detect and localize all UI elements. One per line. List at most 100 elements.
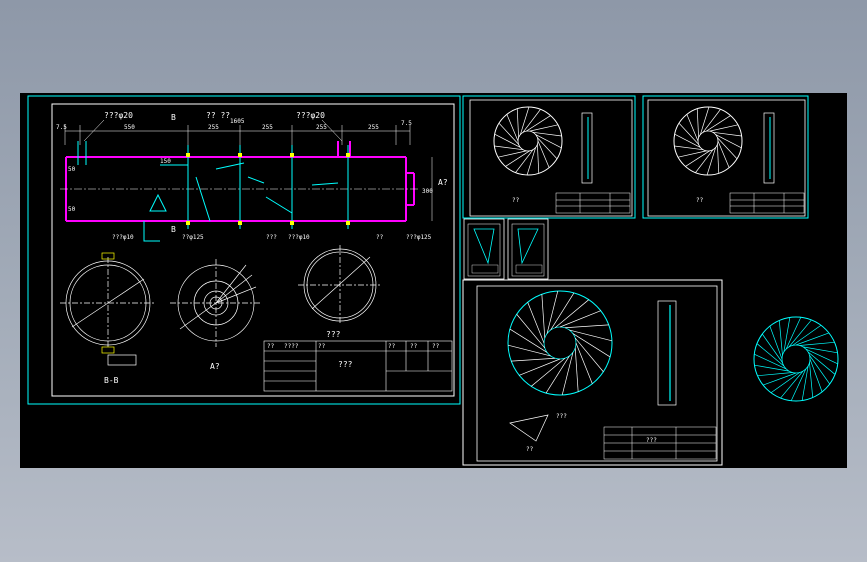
title-header-3: ?? bbox=[318, 343, 326, 350]
dim-top-1: 7.5 bbox=[56, 124, 67, 131]
title-header-6: ?? bbox=[432, 343, 440, 350]
impeller-outer-ring bbox=[753, 316, 839, 402]
impeller-blade bbox=[696, 108, 699, 138]
impeller-blade bbox=[572, 333, 611, 358]
title-header-4: ?? bbox=[388, 343, 396, 350]
impeller-blade bbox=[678, 150, 707, 158]
impeller-blade bbox=[522, 109, 541, 133]
detail-sheet-1 bbox=[463, 218, 505, 280]
callout-bottom-4: ???φ10 bbox=[288, 234, 310, 241]
impeller-hub-ring bbox=[543, 326, 577, 360]
impeller-blade bbox=[498, 150, 527, 158]
dim-left-bottom: 50 bbox=[68, 206, 76, 213]
impeller-blade bbox=[541, 294, 546, 339]
callout-bottom-3: ??? bbox=[266, 234, 277, 241]
detail-sheet-2 bbox=[507, 218, 549, 280]
sheet-3-side-view bbox=[763, 112, 775, 184]
impeller-blade bbox=[756, 343, 785, 367]
impeller-blade bbox=[574, 347, 579, 392]
sheet-4-title-name: ??? bbox=[646, 437, 657, 444]
callout-top-mid: ?? ?? bbox=[206, 111, 230, 120]
impeller-blade bbox=[792, 324, 822, 346]
title-header-1: ?? bbox=[267, 343, 275, 350]
impeller-hub-ring bbox=[697, 130, 719, 152]
impeller-blade bbox=[545, 355, 570, 394]
dim-top-7: 255 bbox=[368, 124, 379, 131]
impeller-blade bbox=[778, 320, 783, 356]
impeller-blade bbox=[535, 134, 562, 149]
sheet-2-caption: ?? bbox=[512, 197, 520, 204]
impeller-sheet-3 bbox=[673, 106, 743, 176]
top-dimension-chain bbox=[64, 125, 411, 145]
impeller-blade bbox=[529, 124, 558, 132]
impeller-blade bbox=[564, 324, 609, 329]
impeller-blade bbox=[715, 134, 742, 149]
title-header-5: ?? bbox=[410, 343, 418, 350]
dim-right-value: 300 bbox=[422, 188, 433, 195]
dim-top-2: 550 bbox=[124, 124, 135, 131]
impeller-blade bbox=[554, 299, 589, 329]
dim-top-5: 255 bbox=[262, 124, 273, 131]
leader-top-left bbox=[83, 119, 105, 142]
main-sheet-border bbox=[27, 95, 461, 405]
impeller-hub-ring bbox=[781, 344, 811, 374]
sheet-3: ?? bbox=[642, 95, 809, 219]
impeller-outer-ring bbox=[507, 290, 613, 396]
impeller-blade bbox=[809, 362, 814, 398]
section-view-3 bbox=[298, 245, 382, 325]
impeller-blade bbox=[516, 108, 519, 138]
view-label-a: A? bbox=[210, 362, 220, 371]
section-mark-bottom: B bbox=[171, 225, 176, 234]
impeller-blade bbox=[761, 333, 783, 363]
dim-inner: 150 bbox=[160, 158, 171, 165]
sheet-3-title-block bbox=[729, 192, 805, 214]
impeller-blade bbox=[695, 149, 714, 173]
impeller-blade bbox=[531, 357, 566, 387]
impeller-blade bbox=[515, 149, 534, 173]
section-mark-top: B bbox=[171, 113, 176, 122]
sheet-4-side-view bbox=[657, 300, 677, 406]
dim-top-4: 1605 bbox=[230, 118, 245, 125]
callout-top-right: ???φ20 bbox=[296, 111, 325, 120]
dim-left-top: 50 bbox=[68, 166, 76, 173]
impeller-blade bbox=[550, 292, 575, 331]
dim-top-6: 255 bbox=[316, 124, 327, 131]
sheet-4-border bbox=[462, 279, 723, 466]
callout-bottom-6: ???φ125 bbox=[406, 234, 432, 241]
sheet-2-title-block bbox=[555, 192, 631, 214]
impeller-outer-ring bbox=[673, 106, 743, 176]
callout-bottom-1: ???φ10 bbox=[112, 234, 134, 241]
impeller-blade bbox=[702, 109, 721, 133]
impeller-blade bbox=[506, 114, 519, 142]
dim-right-label: A? bbox=[438, 178, 448, 187]
impeller-blade bbox=[788, 319, 812, 348]
title-block-name: ??? bbox=[338, 360, 353, 369]
impeller-outer-ring bbox=[493, 106, 563, 176]
impeller-blade bbox=[717, 144, 720, 174]
impeller-blade bbox=[509, 328, 548, 353]
sheet-3-caption: ?? bbox=[696, 197, 704, 204]
impeller-hub-ring bbox=[517, 130, 539, 152]
dim-top-8: 7.5 bbox=[401, 120, 412, 127]
view-label-b-b: B-B bbox=[104, 376, 119, 385]
impeller-blade bbox=[674, 133, 701, 148]
cad-drawing-canvas: 7.5 550 255 1605 255 255 255 7.5 ???φ20 … bbox=[20, 93, 847, 468]
impeller-blade bbox=[537, 144, 540, 174]
impeller-blade bbox=[537, 140, 550, 168]
impeller-blade bbox=[757, 372, 793, 377]
sheet-2-side-view bbox=[581, 112, 593, 184]
section-view-b-b bbox=[60, 252, 156, 366]
section-view-a bbox=[170, 259, 262, 347]
impeller-blade bbox=[780, 370, 804, 399]
callout-top-left: ???φ20 bbox=[104, 111, 133, 120]
impeller-sheet-2 bbox=[493, 106, 563, 176]
swirl-preview bbox=[753, 316, 839, 402]
impeller-blade bbox=[717, 140, 730, 168]
sheet-3-border bbox=[642, 95, 809, 219]
impeller-blade bbox=[807, 351, 836, 375]
impeller-blade bbox=[770, 372, 800, 394]
title-header-2: ???? bbox=[284, 343, 299, 350]
sheet-4-sub-caption: ?? bbox=[526, 446, 534, 453]
sheet-4: ??? ?? ??? bbox=[462, 279, 723, 466]
main-sheet-frame bbox=[51, 103, 455, 397]
